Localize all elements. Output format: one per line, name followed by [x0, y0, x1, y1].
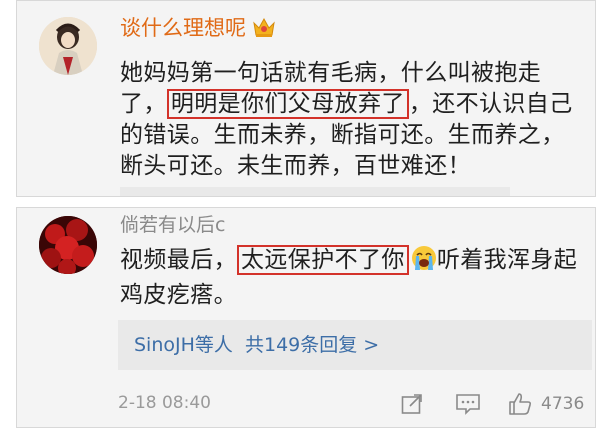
thumbs-up-icon [507, 391, 533, 417]
highlight-box: 明明是你们父母放弃了 [166, 89, 409, 119]
faint-reply-preview [120, 187, 510, 196]
replies-preview[interactable]: SinoJH等人 共149条回复 > [118, 320, 592, 370]
avatar[interactable] [39, 216, 97, 274]
like-count: 4736 [541, 394, 585, 414]
crying-face-emoji-icon [411, 245, 437, 280]
comment-icon [455, 392, 481, 416]
like-button[interactable]: 4736 [507, 390, 584, 418]
username[interactable]: 倘若有以后c [120, 212, 225, 238]
highlight-box: 太远保护不了你 [237, 245, 409, 275]
view-replies-link[interactable]: SinoJH等人 共149条回复 > [134, 332, 379, 358]
forward-button[interactable] [400, 390, 424, 418]
avatar[interactable] [39, 17, 97, 75]
comment-text: 她妈妈第一句话就有毛病，什么叫被抱走了， 明明是你们父母放弃了 ，还不认识自己的错误… [120, 60, 573, 179]
comment-card: 倘若有以后c 视频最后， 太远保护不了你 听着我浑身起鸡皮疙瘩。 SinoJH等人 … [16, 207, 596, 428]
share-icon [400, 392, 424, 416]
comment-card: 谈什么理想呢 她妈妈第一句话就有毛病，什么叫被抱走了， 明明是你们父母放弃了 ，还不… [16, 0, 596, 197]
timestamp: 2-18 08:40 [118, 393, 211, 413]
crown-icon [252, 16, 276, 44]
comment-text: 视频最后， 太远保护不了你 听着我浑身起鸡皮疙瘩。 [120, 245, 578, 308]
reply-button[interactable] [455, 390, 481, 418]
comment-footer: 2-18 08:40 4736 [118, 390, 592, 418]
username[interactable]: 谈什么理想呢 [120, 15, 276, 44]
